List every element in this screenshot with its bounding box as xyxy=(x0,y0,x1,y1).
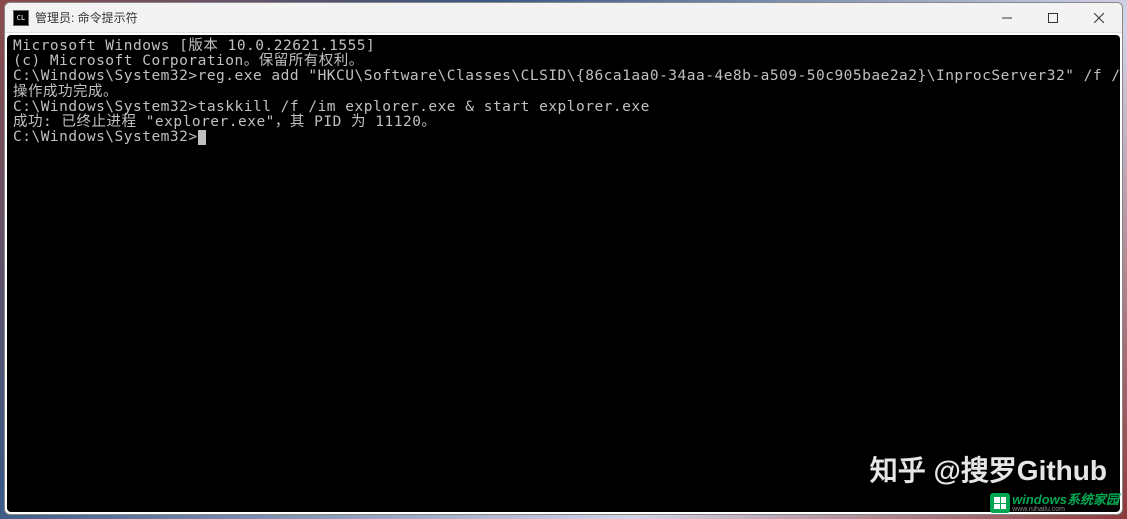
close-icon xyxy=(1094,13,1104,23)
terminal-prompt-line: C:\Windows\System32> xyxy=(13,130,1114,145)
terminal-line: Microsoft Windows [版本 10.0.22621.1555] xyxy=(13,39,1114,54)
terminal-output[interactable]: Microsoft Windows [版本 10.0.22621.1555](c… xyxy=(7,35,1120,512)
titlebar[interactable]: CL 管理员: 命令提示符 xyxy=(5,3,1122,33)
terminal-line: 操作成功完成。 xyxy=(13,85,1114,100)
terminal-line: 成功: 已终止进程 "explorer.exe"，其 PID 为 11120。 xyxy=(13,115,1114,130)
window-title: 管理员: 命令提示符 xyxy=(35,9,984,26)
minimize-icon xyxy=(1002,13,1012,23)
terminal-line: (c) Microsoft Corporation。保留所有权利。 xyxy=(13,54,1114,69)
terminal-line: C:\Windows\System32>taskkill /f /im expl… xyxy=(13,100,1114,115)
cmd-icon: CL xyxy=(13,10,29,26)
maximize-icon xyxy=(1048,13,1058,23)
terminal-cursor xyxy=(198,130,206,145)
terminal-prompt: C:\Windows\System32> xyxy=(13,129,198,145)
cmd-window: CL 管理员: 命令提示符 Microsoft Windows [版本 10.0… xyxy=(4,2,1123,515)
close-button[interactable] xyxy=(1076,3,1122,32)
minimize-button[interactable] xyxy=(984,3,1030,32)
terminal-line: C:\Windows\System32>reg.exe add "HKCU\So… xyxy=(13,69,1114,84)
maximize-button[interactable] xyxy=(1030,3,1076,32)
window-controls xyxy=(984,3,1122,32)
